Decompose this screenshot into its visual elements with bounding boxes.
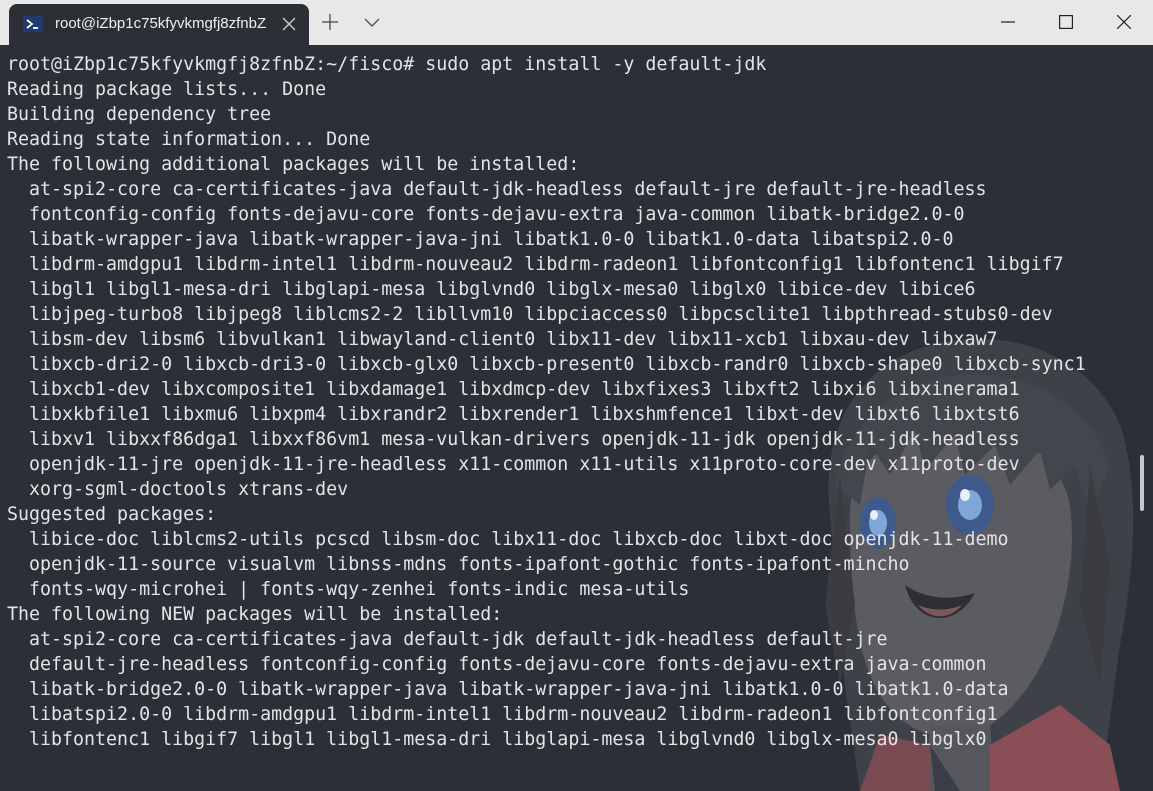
close-tab-icon[interactable] bbox=[280, 15, 298, 33]
terminal-line: openjdk-11-jre openjdk-11-jre-headless x… bbox=[7, 454, 1020, 475]
terminal-line: libatk-wrapper-java libatk-wrapper-java-… bbox=[7, 229, 954, 250]
scrollbar-thumb[interactable] bbox=[1140, 455, 1144, 511]
terminal-line: libxcb1-dev libxcomposite1 libxdamage1 l… bbox=[7, 379, 1020, 400]
maximize-icon[interactable] bbox=[1037, 0, 1095, 45]
close-icon[interactable] bbox=[1095, 0, 1153, 45]
minimize-icon[interactable] bbox=[979, 0, 1037, 45]
terminal-line: xorg-sgml-doctools xtrans-dev bbox=[7, 479, 349, 500]
terminal-line: at-spi2-core ca-certificates-java defaul… bbox=[7, 179, 987, 200]
terminal-line: fontconfig-config fonts-dejavu-core font… bbox=[7, 204, 965, 225]
terminal-line: Building dependency tree bbox=[7, 104, 272, 125]
terminal-line: libjpeg-turbo8 libjpeg8 liblcms2-2 libll… bbox=[7, 304, 1053, 325]
terminal-tab[interactable]: root@iZbp1c75kfyvkmgfj8zfnbZ bbox=[9, 4, 309, 45]
terminal-line: libatspi2.0-0 libdrm-amdgpu1 libdrm-inte… bbox=[7, 704, 998, 725]
terminal-line: libatk-bridge2.0-0 libatk-wrapper-java l… bbox=[7, 679, 1009, 700]
terminal-output-area[interactable]: root@iZbp1c75kfyvkmgfj8zfnbZ:~/fisco# su… bbox=[0, 45, 1153, 791]
title-bar: root@iZbp1c75kfyvkmgfj8zfnbZ bbox=[0, 0, 1153, 45]
terminal-line: root@iZbp1c75kfyvkmgfj8zfnbZ:~/fisco# su… bbox=[7, 54, 767, 75]
terminal-line: default-jre-headless fontconfig-config f… bbox=[7, 654, 987, 675]
terminal-line: libgl1 libgl1-mesa-dri libglapi-mesa lib… bbox=[7, 279, 976, 300]
terminal-line: libsm-dev libsm6 libvulkan1 libwayland-c… bbox=[7, 329, 998, 350]
terminal-line: openjdk-11-source visualvm libnss-mdns f… bbox=[7, 554, 910, 575]
terminal-line: libfontenc1 libgif7 libgl1 libgl1-mesa-d… bbox=[7, 729, 987, 750]
terminal-line: libxcb-dri2-0 libxcb-dri3-0 libxcb-glx0 … bbox=[7, 354, 1086, 375]
plus-icon[interactable] bbox=[318, 10, 342, 34]
chevron-down-icon[interactable] bbox=[360, 10, 384, 34]
powershell-icon bbox=[23, 16, 43, 32]
terminal-line: libxv1 libxxf86dga1 libxxf86vm1 mesa-vul… bbox=[7, 429, 1020, 450]
terminal-line: libdrm-amdgpu1 libdrm-intel1 libdrm-nouv… bbox=[7, 254, 1064, 275]
terminal-line: libice-doc liblcms2-utils pcscd libsm-do… bbox=[7, 529, 1009, 550]
terminal-line: fonts-wqy-microhei | fonts-wqy-zenhei fo… bbox=[7, 579, 690, 600]
terminal-line: Reading package lists... Done bbox=[7, 79, 327, 100]
terminal-line: at-spi2-core ca-certificates-java defaul… bbox=[7, 629, 888, 650]
terminal-line: The following additional packages will b… bbox=[7, 154, 580, 175]
terminal-text: root@iZbp1c75kfyvkmgfj8zfnbZ:~/fisco# su… bbox=[7, 52, 1086, 752]
terminal-line: Suggested packages: bbox=[7, 504, 217, 525]
terminal-line: Reading state information... Done bbox=[7, 129, 371, 150]
terminal-line: libxkbfile1 libxmu6 libxpm4 libxrandr2 l… bbox=[7, 404, 1020, 425]
tab-title: root@iZbp1c75kfyvkmgfj8zfnbZ bbox=[55, 15, 267, 32]
terminal-line: The following NEW packages will be insta… bbox=[7, 604, 503, 625]
